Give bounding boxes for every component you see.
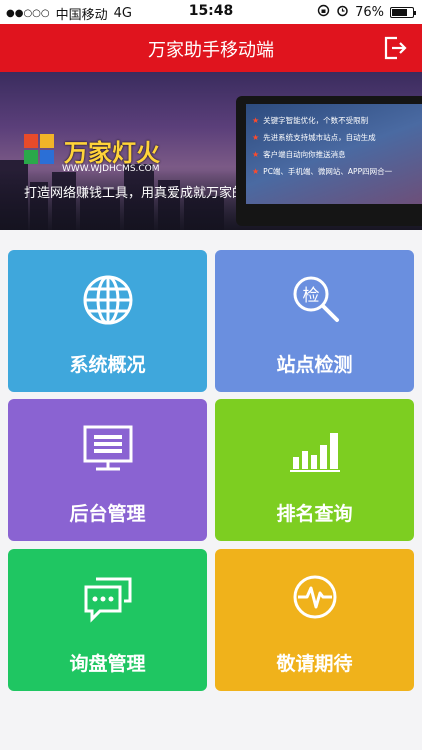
- status-bar: ●●○○○ 中国移动 4G 15:48 76%: [0, 0, 422, 24]
- header-bar: 万家助手移动端: [0, 24, 422, 72]
- banner-monitor-image: ★ 关键字智能优化，个数不受限制 ★ 先进系统支持城市站点，自动生成 ★ 客户端自动向…: [236, 96, 422, 226]
- tile-inquiry-management[interactable]: 询盘管理: [8, 549, 207, 691]
- tile-coming-soon[interactable]: 敬请期待: [215, 549, 414, 691]
- pulse-icon: [215, 571, 414, 627]
- monitor-screen: ★ 关键字智能优化，个数不受限制 ★ 先进系统支持城市站点，自动生成 ★ 客户端自动向…: [246, 104, 422, 204]
- feature-text: 客户端自动向你推送消息: [263, 150, 346, 159]
- bar-chart-icon: [215, 421, 414, 477]
- chat-icon: [8, 571, 207, 627]
- star-icon: ★: [252, 116, 260, 125]
- brand-name: 万家灯火: [64, 138, 160, 167]
- orientation-lock-icon: [317, 4, 330, 21]
- feature-text: 关键字智能优化，个数不受限制: [263, 116, 369, 125]
- brand-url: WWW.WJDHCMS.COM: [62, 164, 160, 174]
- star-icon: ★: [252, 133, 260, 142]
- banner-logo: 万家灯火: [22, 132, 160, 168]
- battery-level: [392, 9, 408, 16]
- star-icon: ★: [252, 150, 260, 159]
- battery-icon: [390, 7, 416, 18]
- alarm-icon: [336, 4, 349, 21]
- tile-label: 站点检测: [276, 354, 353, 376]
- banner-carousel[interactable]: 万家灯火 WWW.WJDHCMS.COM 打造网络赚钱工具，用真爱成就万家的美 …: [0, 72, 422, 230]
- globe-icon: [8, 272, 207, 328]
- feature-text: PC端、手机端、微网站、APP四网合一: [263, 167, 393, 176]
- search-check-icon: 检: [215, 272, 414, 328]
- logout-button[interactable]: [382, 35, 408, 61]
- feature-item: ★ 先进系统支持城市站点，自动生成: [252, 129, 392, 146]
- tile-label: 后台管理: [69, 503, 146, 525]
- tile-ranking-query[interactable]: 排名查询: [215, 399, 414, 541]
- logout-icon: [384, 36, 407, 60]
- monitor-icon: [8, 421, 207, 477]
- feature-item: ★ 关键字智能优化，个数不受限制: [252, 112, 392, 129]
- tile-admin-management[interactable]: 后台管理: [8, 399, 207, 541]
- tile-label: 敬请期待: [276, 653, 353, 675]
- tile-site-check[interactable]: 检 站点检测: [215, 250, 414, 392]
- feature-item: ★ 客户端自动向你推送消息: [252, 146, 392, 163]
- feature-text: 先进系统支持城市站点，自动生成: [263, 133, 376, 142]
- banner-slogan: 打造网络赚钱工具，用真爱成就万家的美: [24, 186, 259, 201]
- brand-logo-icon: [24, 134, 54, 164]
- feature-list: ★ 关键字智能优化，个数不受限制 ★ 先进系统支持城市站点，自动生成 ★ 客户端自动向…: [252, 112, 392, 180]
- star-icon: ★: [252, 167, 260, 176]
- search-check-text: 检: [302, 286, 319, 306]
- tile-label: 询盘管理: [69, 653, 146, 675]
- tile-label: 系统概况: [69, 354, 146, 376]
- page-title: 万家助手移动端: [148, 40, 274, 61]
- battery-percent: 76%: [355, 5, 384, 20]
- tile-system-overview[interactable]: 系统概况: [8, 250, 207, 392]
- feature-item: ★ PC端、手机端、微网站、APP四网合一: [252, 163, 392, 180]
- tile-label: 排名查询: [276, 503, 353, 525]
